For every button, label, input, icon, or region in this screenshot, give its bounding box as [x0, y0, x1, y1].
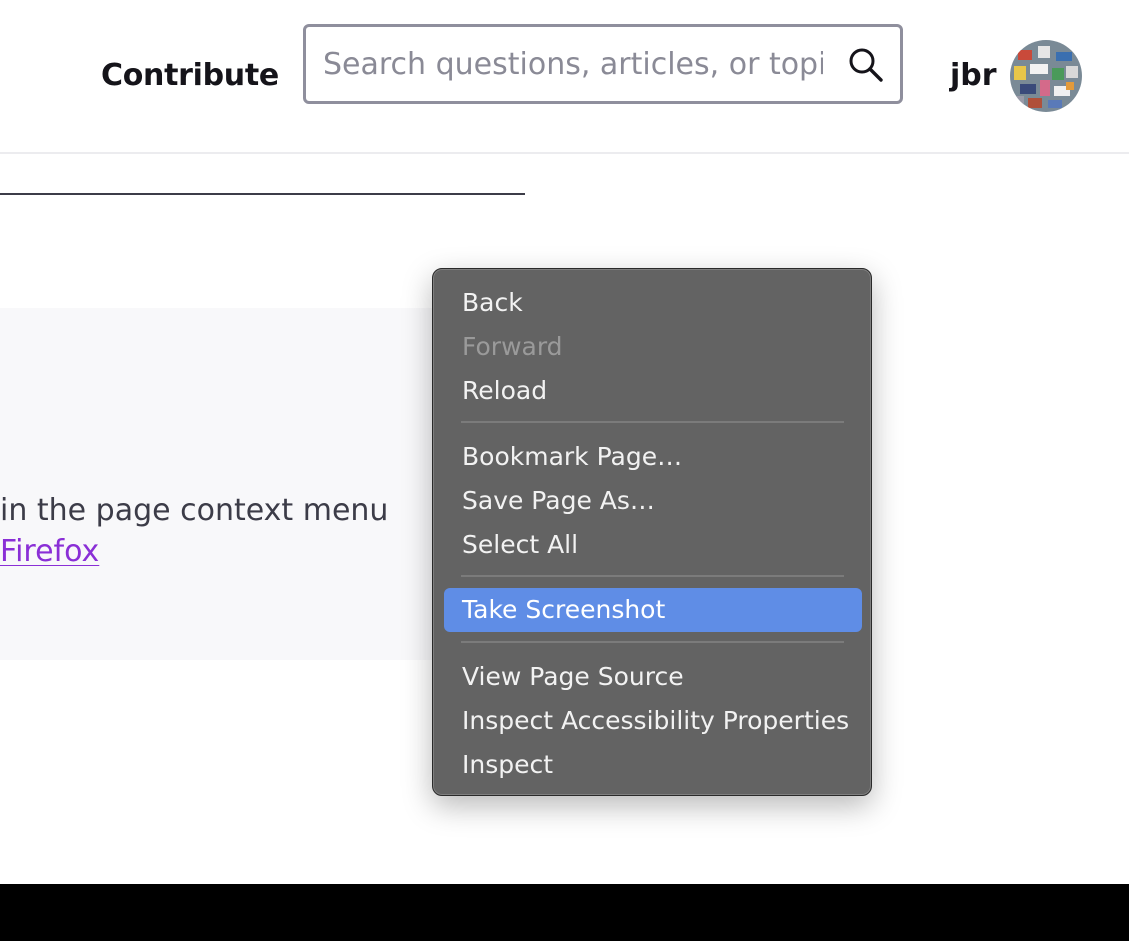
firefox-link[interactable]: Firefox: [0, 531, 99, 573]
menu-item-save-page-as[interactable]: Save Page As…: [444, 479, 862, 523]
menu-item-inspect[interactable]: Inspect: [444, 743, 862, 787]
menu-item-back[interactable]: Back: [444, 281, 862, 325]
menu-item-forward: Forward: [462, 332, 563, 361]
search-box[interactable]: [303, 24, 903, 104]
avatar[interactable]: [1010, 40, 1082, 112]
menu-item-select-all[interactable]: Select All: [444, 523, 862, 567]
page: Contribute jbr: [0, 0, 1129, 941]
menu-separator: [461, 421, 844, 423]
info-panel: [0, 308, 440, 660]
context-menu: Back Forward Reload Bookmark Page… Save …: [432, 268, 872, 796]
search-icon[interactable]: [846, 45, 886, 85]
panel-text: in the page context menu: [0, 493, 389, 528]
footer-bar: [0, 884, 1129, 941]
site-header: Contribute jbr: [0, 0, 1129, 154]
nav-contribute-link[interactable]: Contribute: [101, 56, 279, 96]
user-name[interactable]: jbr: [950, 56, 997, 96]
menu-item-take-screenshot[interactable]: Take Screenshot: [444, 588, 862, 632]
avatar-image: [1010, 40, 1082, 112]
menu-separator: [461, 641, 844, 643]
menu-item-reload[interactable]: Reload: [444, 369, 862, 413]
menu-separator: [461, 575, 844, 577]
menu-item-inspect-accessibility[interactable]: Inspect Accessibility Properties: [444, 699, 862, 743]
menu-item-view-page-source[interactable]: View Page Source: [444, 655, 862, 699]
section-divider: [0, 193, 525, 195]
search-input[interactable]: [323, 41, 823, 87]
menu-item-bookmark-page[interactable]: Bookmark Page…: [444, 435, 862, 479]
